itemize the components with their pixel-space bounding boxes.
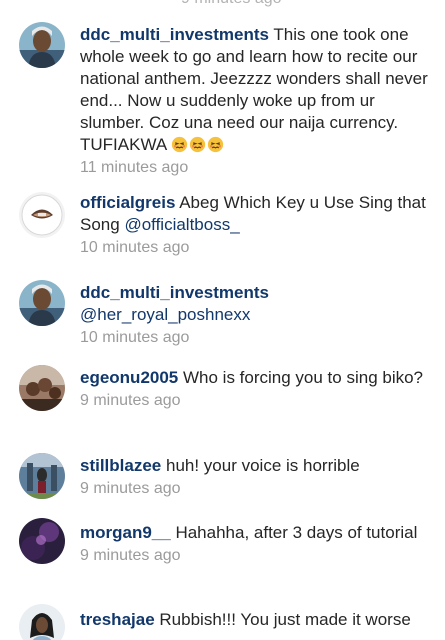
comment-item: egeonu2005 Who is forcing you to sing bi… (0, 355, 445, 445)
user-avatar[interactable] (19, 280, 65, 326)
comment-body: ddc_multi_investments This one took one … (80, 24, 432, 179)
comment-timestamp: 10 minutes ago (80, 239, 190, 256)
confounded-face-icon (207, 136, 224, 153)
comment-mention[interactable]: @her_royal_poshnexx (80, 305, 250, 324)
comment-body: egeonu2005 Who is forcing you to sing bi… (80, 367, 432, 412)
comment-username[interactable]: stillblazee (80, 456, 161, 475)
comment-username[interactable]: morgan9__ (80, 523, 171, 542)
user-avatar[interactable] (19, 604, 65, 640)
comment-username[interactable]: ddc_multi_investments (80, 283, 269, 302)
comment-username[interactable]: egeonu2005 (80, 368, 178, 387)
comment-body: ddc_multi_investments @her_royal_poshnex… (80, 282, 432, 349)
comment-text: Rubbish!!! You just made it worse (159, 610, 411, 629)
comment-timestamp: 10 minutes ago (80, 329, 190, 346)
comments-screen: 9 minutes ago ddc_multi_investments This… (0, 0, 445, 640)
comment-body: treshajae Rubbish!!! You just made it wo… (80, 609, 432, 631)
comment-item: treshajae Rubbish!!! You just made it wo… (0, 600, 445, 640)
comment-username[interactable]: treshajae (80, 610, 155, 629)
comment-mention[interactable]: @officialtboss_ (124, 215, 239, 234)
comment-item: officialgreis Abeg Which Key u Use Sing … (0, 180, 445, 270)
comment-item: ddc_multi_investments This one took one … (0, 0, 445, 180)
comment-timestamp: 9 minutes ago (80, 547, 181, 564)
user-avatar[interactable] (19, 365, 65, 411)
comment-timestamp: 11 minutes ago (80, 159, 189, 176)
comment-text: huh! your voice is horrible (166, 456, 360, 475)
confounded-face-icon (189, 136, 206, 153)
comment-body: officialgreis Abeg Which Key u Use Sing … (80, 192, 432, 259)
user-avatar[interactable] (19, 22, 65, 68)
comment-username[interactable]: ddc_multi_investments (80, 25, 269, 44)
comment-body: stillblazee huh! your voice is horrible … (80, 455, 432, 500)
comment-item: ddc_multi_investments @her_royal_poshnex… (0, 270, 445, 355)
comment-item: stillblazee huh! your voice is horrible … (0, 445, 445, 520)
comment-timestamp: 9 minutes ago (80, 392, 181, 409)
user-avatar[interactable] (19, 518, 65, 564)
comment-text: Who is forcing you to sing biko? (183, 368, 424, 387)
comment-body: morgan9__ Hahahha, after 3 days of tutor… (80, 522, 432, 567)
confounded-face-icon (171, 136, 188, 153)
comment-text: Hahahha, after 3 days of tutorial (175, 523, 418, 542)
user-avatar[interactable] (19, 453, 65, 499)
comment-timestamp: 9 minutes ago (80, 480, 181, 497)
user-avatar[interactable] (19, 192, 65, 238)
comment-username[interactable]: officialgreis (80, 193, 175, 212)
comment-item: morgan9__ Hahahha, after 3 days of tutor… (0, 512, 445, 600)
comment-text: This one took one whole week to go and l… (80, 25, 428, 154)
